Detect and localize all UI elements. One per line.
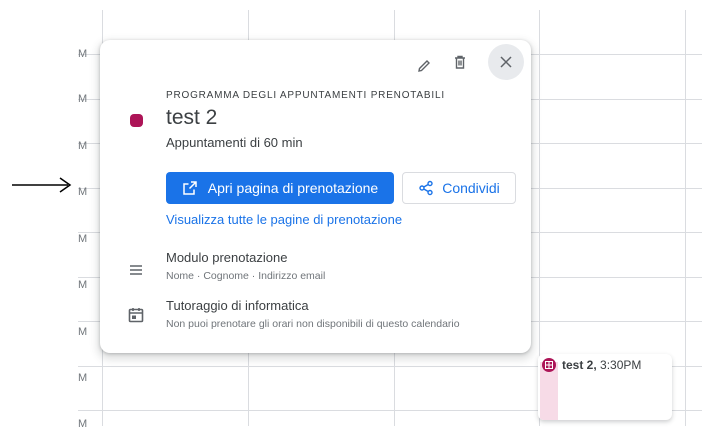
time-label: M xyxy=(78,140,88,152)
event-chip-time: 3:30PM xyxy=(600,358,642,372)
delete-button[interactable] xyxy=(442,44,478,80)
time-label: M xyxy=(78,186,88,198)
appointment-popup: PROGRAMMA DEGLI APPUNTAMENTI PRENOTABILI… xyxy=(100,40,531,353)
open-in-new-icon xyxy=(183,181,197,195)
time-label: M xyxy=(78,326,88,338)
grid-column-line xyxy=(685,10,686,426)
booking-form-fields: Nome · Cognome · Indirizzo email xyxy=(166,270,326,282)
pencil-icon xyxy=(418,60,430,72)
trash-icon xyxy=(455,55,465,69)
event-chip-title: test 2, xyxy=(562,358,597,372)
open-booking-page-button[interactable]: Apri pagina di prenotazione xyxy=(166,172,394,204)
booking-icon xyxy=(542,358,556,372)
time-label: M xyxy=(78,93,88,105)
edit-button[interactable] xyxy=(406,48,442,84)
close-button[interactable] xyxy=(488,44,524,80)
share-icon xyxy=(419,180,433,196)
event-chip-text: test 2, 3:30PM xyxy=(562,358,641,372)
calendar-color-swatch xyxy=(130,114,143,127)
time-label: M xyxy=(78,372,88,384)
open-booking-page-label: Apri pagina di prenotazione xyxy=(207,180,379,196)
time-label: M xyxy=(78,279,88,291)
time-label: M xyxy=(78,418,88,430)
calendar-title: Tutoraggio di informatica xyxy=(166,298,309,313)
time-label: M xyxy=(78,48,88,60)
arrow-right-icon xyxy=(12,177,72,193)
share-label: Condividi xyxy=(442,180,500,196)
appointment-duration: Appuntamenti di 60 min xyxy=(166,135,303,150)
calendar-availability-note: Non puoi prenotare gli orari non disponi… xyxy=(166,318,460,330)
view-all-booking-pages-link[interactable]: Visualizza tutte le pagine di prenotazio… xyxy=(166,212,402,227)
event-chip[interactable]: test 2, 3:30PM xyxy=(538,354,672,420)
list-icon xyxy=(130,265,142,275)
booking-form-title: Modulo prenotazione xyxy=(166,250,288,265)
time-label: M xyxy=(78,233,88,245)
page-title: test 2 xyxy=(166,106,218,129)
close-icon xyxy=(500,56,512,68)
schedule-type-label: PROGRAMMA DEGLI APPUNTAMENTI PRENOTABILI xyxy=(166,90,445,101)
calendar-icon xyxy=(128,308,144,323)
share-button[interactable]: Condividi xyxy=(402,172,516,204)
